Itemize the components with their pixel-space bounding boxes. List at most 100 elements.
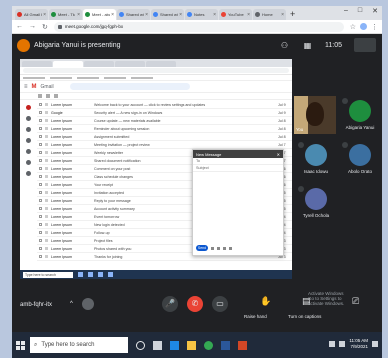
email-row: Lorem Ipsum Reminder about upcoming sessi… — [37, 125, 292, 133]
participant-name: Tyrell Ochola — [302, 213, 330, 218]
minimize-icon[interactable]: – — [344, 7, 348, 15]
windows-start-icon[interactable] — [16, 340, 25, 350]
back-arrow-icon[interactable]: ← — [16, 23, 23, 30]
checkbox — [39, 135, 42, 138]
chevron-up-icon[interactable]: ^ — [70, 301, 73, 307]
tab-close-icon[interactable]: × — [77, 12, 80, 18]
file-icon — [25, 160, 31, 165]
header-right: ⚇ ▦ 11:05 — [279, 38, 376, 52]
browser-tab[interactable]: Home × — [253, 9, 286, 20]
tab-close-icon[interactable]: × — [281, 12, 284, 18]
people-icon[interactable]: ⚇ — [279, 40, 290, 51]
photo-frame: All Gmail Inbox×Meet - Tk×Meet - abc×Sha… — [0, 0, 388, 358]
present-icon[interactable]: ⎚ — [352, 296, 359, 307]
tab-close-icon[interactable]: × — [179, 12, 182, 18]
tab-favicon-icon — [119, 12, 124, 17]
chrome-icon[interactable] — [204, 340, 213, 350]
browser-tab[interactable]: Notes × — [185, 9, 218, 20]
self-view-thumbnail[interactable] — [354, 38, 376, 52]
gmail-name: Gmail — [40, 83, 54, 90]
presented-tab — [115, 61, 145, 67]
tab-title: Notes — [194, 12, 205, 17]
participant-tile[interactable]: Abolo Orato — [340, 140, 380, 182]
attach-icon — [217, 246, 220, 250]
presented-tab-strip — [20, 59, 292, 67]
meeting-details-avatar[interactable] — [82, 298, 94, 310]
star-icon[interactable]: ☆ — [350, 23, 356, 31]
browser-tab[interactable]: YouTube × — [219, 9, 252, 20]
system-tray: 11:05 AM 7/9/2021 — [329, 338, 378, 350]
file-explorer-icon[interactable] — [187, 340, 196, 350]
forward-arrow-icon[interactable]: → — [29, 23, 36, 30]
taskbar-clock[interactable]: 11:05 AM 7/9/2021 — [349, 338, 368, 350]
reload-icon[interactable]: ↻ — [42, 23, 48, 31]
wifi-icon[interactable] — [329, 341, 336, 347]
camera-button[interactable]: ▭ — [212, 296, 228, 312]
close-icon[interactable]: ✕ — [372, 7, 378, 15]
toolbar-right: ☆ ⋮ — [350, 23, 378, 31]
browser-tab[interactable]: Meet - Tk × — [49, 9, 82, 20]
compose-icon — [25, 105, 31, 110]
participant-tile[interactable]: Tyrell Ochola — [296, 184, 336, 226]
chevron-down-icon — [25, 171, 31, 176]
menu-dots-icon[interactable]: ⋮ — [371, 23, 378, 31]
participant-face — [306, 102, 324, 126]
tab-close-icon[interactable]: × — [213, 12, 216, 18]
participant-avatar — [349, 144, 371, 166]
mic-off-icon — [298, 142, 304, 148]
tab-title: Shared with — [160, 12, 178, 17]
notification-icon[interactable] — [372, 341, 378, 347]
browser-tab[interactable]: Shared with× — [151, 9, 184, 20]
mic-off-icon — [342, 142, 348, 148]
participant-video-tile[interactable]: You — [294, 96, 336, 134]
edge-icon[interactable] — [170, 340, 179, 350]
participant-tile[interactable]: Isaac Idowu — [296, 140, 336, 182]
url-field[interactable]: meet.google.com/jgq-fgph-bx — [53, 21, 344, 32]
email-sender: Lorem Ipsum — [51, 206, 72, 211]
powerpoint-icon[interactable] — [238, 340, 247, 350]
email-date: Jul 8 — [278, 118, 286, 123]
star-icon — [45, 151, 48, 154]
browser-tab[interactable]: Meet - abc × — [83, 9, 116, 20]
participant-avatar — [349, 100, 371, 122]
tab-close-icon[interactable]: × — [111, 12, 114, 18]
tab-favicon-icon — [17, 12, 22, 17]
compose-subject-field: Subject — [193, 165, 283, 172]
gmail-logo: M — [31, 83, 37, 90]
email-sender: Lorem Ipsum — [51, 214, 72, 219]
presented-tab — [84, 61, 114, 67]
mic-button[interactable]: 🎤 — [162, 296, 178, 312]
browser-tab[interactable]: Shared with× — [117, 9, 150, 20]
send-icon — [25, 149, 31, 154]
new-tab-button[interactable]: + — [290, 9, 295, 20]
windows-taskbar: ⌕ Type here to search 11:05 AM 7/9/2021 — [12, 332, 382, 358]
participant-tile[interactable]: Abigaria Yanui — [340, 96, 380, 138]
word-icon[interactable] — [221, 340, 230, 350]
profile-avatar[interactable] — [360, 23, 367, 30]
tab-close-icon[interactable]: × — [247, 12, 250, 18]
star-icon — [45, 223, 48, 226]
taskbar-search[interactable]: ⌕ Type here to search — [30, 337, 128, 353]
checkbox — [39, 103, 42, 106]
participant-avatar — [305, 144, 327, 166]
activate-windows-watermark: Activate Windows Go to Settings to activ… — [308, 291, 345, 306]
email-subject: Security alert — A new sign-in on Window… — [94, 110, 163, 115]
layout-icon[interactable]: ▦ — [302, 40, 313, 51]
email-subject: Welcome back to your account — click to … — [94, 102, 206, 107]
checkbox — [39, 119, 42, 122]
leave-call-button[interactable]: ✆ — [187, 296, 203, 312]
browser-tab[interactable]: All Gmail Inbox× — [15, 9, 48, 20]
task-view-icon[interactable] — [153, 340, 162, 350]
tab-favicon-icon — [255, 12, 260, 17]
volume-icon[interactable] — [339, 341, 346, 347]
compose-header: New Message ✕ — [193, 150, 283, 158]
email-sender: Lorem Ipsum — [51, 198, 72, 203]
email-sender: Lorem Ipsum — [51, 246, 72, 251]
email-row: Lorem Ipsum Meeting invitation — project … — [37, 141, 292, 149]
tab-close-icon[interactable]: × — [43, 12, 46, 18]
cortana-icon[interactable] — [136, 340, 145, 350]
raise-hand-icon[interactable]: ✋ — [260, 296, 271, 307]
tab-close-icon[interactable]: × — [145, 12, 148, 18]
checkbox — [39, 183, 42, 186]
maximize-icon[interactable]: □ — [358, 7, 362, 15]
